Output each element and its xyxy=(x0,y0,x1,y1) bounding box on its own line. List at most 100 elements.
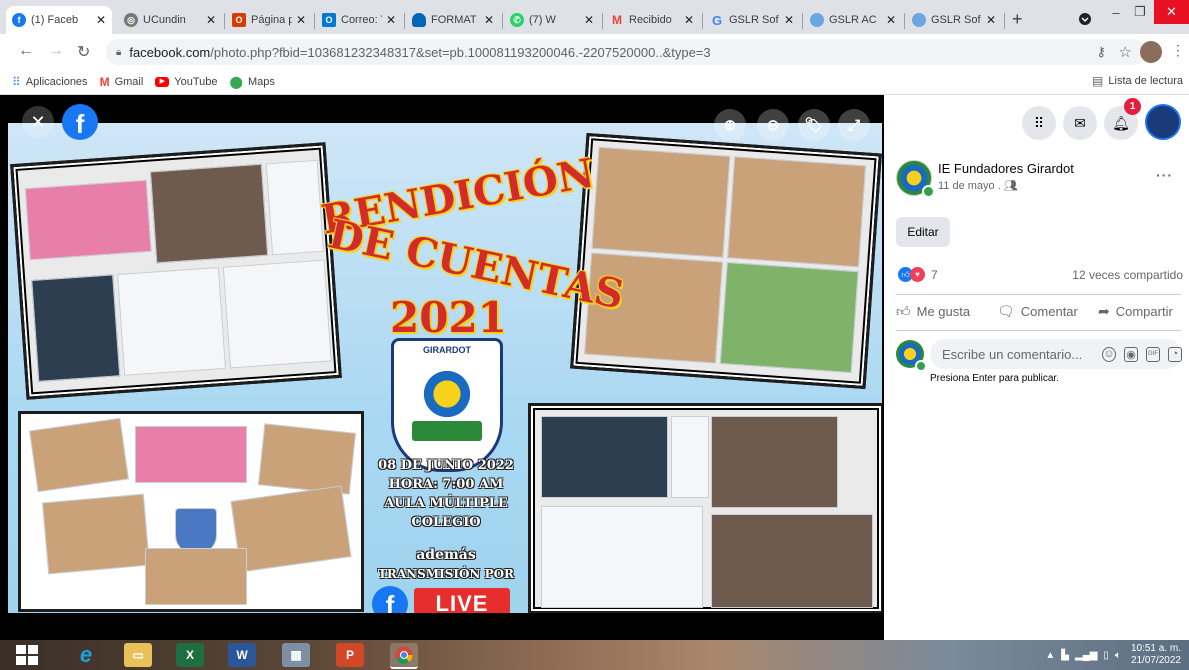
signal-icon[interactable]: ▂▄▆ xyxy=(1075,650,1097,661)
youtube-icon: ▶ xyxy=(155,77,170,87)
tab-title: UCundin xyxy=(143,14,186,26)
tab-divider xyxy=(702,13,703,29)
windows-start-icon[interactable] xyxy=(16,645,38,665)
clock[interactable]: 10:51 a. m. 21/07/2022 xyxy=(1131,643,1181,667)
tab-facebook[interactable]: f (1) Faceb ✕ xyxy=(6,6,112,34)
page-name[interactable]: IE Fundadores Girardot xyxy=(938,161,1074,176)
close-tab-icon[interactable]: ✕ xyxy=(296,13,306,27)
tab-ucundinamarca[interactable]: ◎ UCundin ✕ xyxy=(118,6,222,34)
menu-grid-icon[interactable]: ⠿ xyxy=(1022,106,1056,140)
minimize-icon[interactable]: – xyxy=(1104,0,1128,24)
share-button[interactable]: ➦ Compartir xyxy=(1098,303,1173,320)
zoom-in-icon[interactable]: ⊕ xyxy=(714,109,746,141)
tab-whatsapp[interactable]: ✆ (7) W ✕ xyxy=(504,6,600,34)
chrome-icon[interactable] xyxy=(390,643,418,669)
edit-button[interactable]: Editar xyxy=(896,217,950,247)
zoom-out-icon[interactable]: ⊖ xyxy=(757,109,789,141)
crest-sun-icon xyxy=(420,367,474,421)
internet-explorer-icon[interactable]: e xyxy=(72,642,100,667)
tray-expand-icon[interactable]: ▲ xyxy=(1045,650,1055,661)
close-tab-icon[interactable]: ✕ xyxy=(96,13,106,27)
calculator-icon[interactable]: ▦ xyxy=(282,643,310,667)
powerpoint-icon[interactable]: P xyxy=(336,643,364,667)
collage-screenshot xyxy=(528,403,882,613)
comment-button[interactable]: 🗨︎ Comentar xyxy=(997,303,1078,320)
reactions-summary[interactable]: 👍︎ ♥ 7 xyxy=(898,267,938,282)
fullscreen-icon[interactable]: ⤢ xyxy=(838,109,870,141)
close-tab-icon[interactable]: ✕ xyxy=(484,13,494,27)
restore-icon[interactable]: ❐ xyxy=(1128,0,1152,24)
like-button[interactable]: 👍︎ Me gusta xyxy=(896,303,970,320)
tab-gslr-software[interactable]: G GSLR Sof ✕ xyxy=(704,6,800,34)
collage-pane xyxy=(719,262,859,374)
tab-gmail[interactable]: M Recibido ✕ xyxy=(604,6,700,34)
tab-gslr-software-2[interactable]: GSLR Sof ✕ xyxy=(906,6,1002,34)
tab-pagina[interactable]: O Página p ✕ xyxy=(226,6,312,34)
post-date[interactable]: 11 de mayo . 👥︎ xyxy=(938,179,1018,192)
close-tab-icon[interactable]: ✕ xyxy=(886,13,896,27)
messenger-icon[interactable]: ✉ xyxy=(1063,106,1097,140)
close-tab-icon[interactable]: ✕ xyxy=(386,13,396,27)
tab-divider xyxy=(602,13,603,29)
comment-box[interactable]: ☺ ◉ GIF ◔ xyxy=(930,339,1182,369)
tab-title: GSLR AC xyxy=(829,14,877,26)
close-tab-icon[interactable]: ✕ xyxy=(784,13,794,27)
tag-icon[interactable]: 🏷︎ xyxy=(798,109,830,141)
tab-format[interactable]: FORMAT ✕ xyxy=(406,6,500,34)
bookmark-maps[interactable]: ⬤ Maps xyxy=(230,75,275,89)
network-icon[interactable]: ▙ xyxy=(1061,650,1069,661)
gif-icon[interactable]: GIF xyxy=(1146,346,1160,362)
tab-title: Página p xyxy=(251,14,292,26)
chrome-menu-icon[interactable]: ⋮ xyxy=(1171,42,1185,59)
volume-icon[interactable]: 🔈︎ xyxy=(1115,650,1121,661)
close-viewer-button[interactable]: ✕ xyxy=(22,106,54,138)
excel-icon[interactable]: X xyxy=(176,643,204,667)
event-poster-image: RENDICIÓN DE CUENTAS 2021 GIRARDOT 08 DE… xyxy=(8,123,882,613)
profile-avatar[interactable] xyxy=(1140,41,1162,63)
divider xyxy=(896,330,1181,331)
reload-icon[interactable]: ↻ xyxy=(77,42,90,62)
like-label: Me gusta xyxy=(916,304,971,319)
collage-pane xyxy=(727,156,867,268)
post-options-icon[interactable]: ··· xyxy=(1156,167,1173,183)
camera-icon[interactable]: ◉ xyxy=(1124,346,1138,362)
share-count[interactable]: 12 veces compartido xyxy=(1072,268,1183,282)
reading-list-button[interactable]: ▤ Lista de lectura xyxy=(1092,74,1183,88)
account-avatar[interactable] xyxy=(1145,104,1181,140)
clock-time: 10:51 a. m. xyxy=(1130,643,1181,654)
emoji-icon[interactable]: ☺ xyxy=(1102,346,1116,362)
close-tab-icon[interactable]: ✕ xyxy=(206,13,216,27)
tab-search-icon[interactable] xyxy=(1075,7,1095,31)
sticker-icon[interactable]: ◔ xyxy=(1168,346,1182,362)
url-text[interactable]: facebook.com/photo.php?fbid=103681232348… xyxy=(129,45,710,60)
comment-bubble-icon: 🗨︎ xyxy=(997,303,1015,319)
bookmark-youtube[interactable]: ▶ YouTube xyxy=(155,76,218,88)
battery-icon[interactable]: ▯ xyxy=(1103,650,1109,661)
collage-screenshot xyxy=(10,142,342,400)
collage-pane xyxy=(265,159,325,256)
facebook-logo-icon[interactable]: f xyxy=(62,104,98,140)
forward-arrow-icon[interactable]: → xyxy=(48,42,64,60)
close-tab-icon[interactable]: ✕ xyxy=(986,13,996,27)
tab-correo[interactable]: O Correo: Y ✕ xyxy=(316,6,402,34)
key-icon[interactable]: ⚷ xyxy=(1096,44,1106,60)
close-tab-icon[interactable]: ✕ xyxy=(584,13,594,27)
bookmark-gmail[interactable]: M Gmail xyxy=(100,75,144,89)
back-arrow-icon[interactable]: ← xyxy=(18,42,34,60)
lock-icon[interactable]: 🔒︎ xyxy=(116,47,121,58)
browser-toolbar: ← → ↻ 🔒︎ facebook.com/photo.php?fbid=103… xyxy=(0,34,1189,70)
new-tab-button[interactable]: + xyxy=(1012,9,1023,30)
online-status-dot xyxy=(915,360,927,372)
address-bar[interactable]: 🔒︎ facebook.com/photo.php?fbid=103681232… xyxy=(106,39,1146,65)
outlook-icon: O xyxy=(322,13,336,27)
comment-input[interactable] xyxy=(940,345,1094,363)
bookmark-apps[interactable]: ⠿ Aplicaciones xyxy=(12,75,88,89)
file-explorer-icon[interactable]: ▭ xyxy=(124,643,152,667)
word-icon[interactable]: W xyxy=(228,643,256,667)
close-tab-icon[interactable]: ✕ xyxy=(684,13,694,27)
event-extra: además xyxy=(416,547,476,563)
bookmark-star-icon[interactable]: ☆ xyxy=(1119,43,1132,61)
window-close-icon[interactable]: ✕ xyxy=(1154,0,1189,24)
tab-gslr-ac[interactable]: GSLR AC ✕ xyxy=(804,6,902,34)
collage-pane xyxy=(591,146,731,258)
